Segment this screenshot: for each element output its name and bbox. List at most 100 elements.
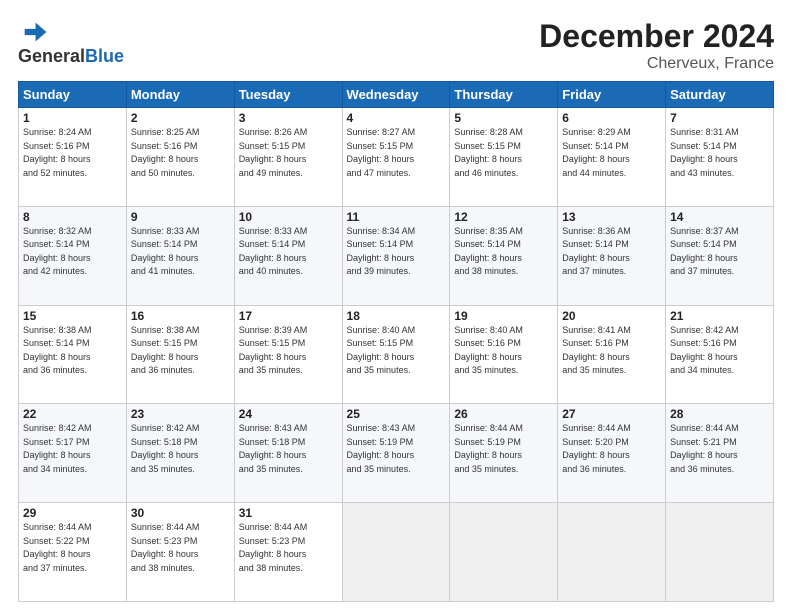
day-info-line: and 49 minutes. <box>239 167 338 181</box>
day-number: 5 <box>454 111 553 125</box>
day-number: 25 <box>347 407 446 421</box>
day-info-line: Sunrise: 8:41 AM <box>562 324 661 338</box>
day-cell: 30Sunrise: 8:44 AMSunset: 5:23 PMDayligh… <box>126 503 234 602</box>
day-number: 29 <box>23 506 122 520</box>
day-cell <box>342 503 450 602</box>
day-info-line: and 36 minutes. <box>23 364 122 378</box>
week-row-5: 29Sunrise: 8:44 AMSunset: 5:22 PMDayligh… <box>19 503 774 602</box>
day-info-line: Sunset: 5:16 PM <box>131 140 230 154</box>
day-info-line: Sunrise: 8:42 AM <box>131 422 230 436</box>
day-info-line: Sunset: 5:17 PM <box>23 436 122 450</box>
day-cell: 23Sunrise: 8:42 AMSunset: 5:18 PMDayligh… <box>126 404 234 503</box>
day-info-line: Sunrise: 8:25 AM <box>131 126 230 140</box>
day-info-line: Sunrise: 8:32 AM <box>23 225 122 239</box>
day-info-line: Sunrise: 8:44 AM <box>23 521 122 535</box>
day-number: 20 <box>562 309 661 323</box>
day-info-line: and 41 minutes. <box>131 265 230 279</box>
day-info-line: Daylight: 8 hours <box>347 153 446 167</box>
day-number: 23 <box>131 407 230 421</box>
day-info-line: Sunrise: 8:44 AM <box>562 422 661 436</box>
day-info-line: Sunset: 5:14 PM <box>347 238 446 252</box>
day-info-line: Sunset: 5:19 PM <box>454 436 553 450</box>
day-of-week-wednesday: Wednesday <box>342 82 450 108</box>
day-info-line: and 34 minutes. <box>670 364 769 378</box>
day-info-line: Sunset: 5:15 PM <box>239 140 338 154</box>
day-info-line: Daylight: 8 hours <box>562 449 661 463</box>
day-info-line: Sunrise: 8:38 AM <box>23 324 122 338</box>
week-row-1: 1Sunrise: 8:24 AMSunset: 5:16 PMDaylight… <box>19 108 774 207</box>
header-row: SundayMondayTuesdayWednesdayThursdayFrid… <box>19 82 774 108</box>
day-info-line: Sunset: 5:16 PM <box>23 140 122 154</box>
day-of-week-thursday: Thursday <box>450 82 558 108</box>
day-info-line: Sunrise: 8:40 AM <box>347 324 446 338</box>
day-number: 30 <box>131 506 230 520</box>
day-cell: 14Sunrise: 8:37 AMSunset: 5:14 PMDayligh… <box>666 206 774 305</box>
day-number: 16 <box>131 309 230 323</box>
day-number: 2 <box>131 111 230 125</box>
day-number: 14 <box>670 210 769 224</box>
day-info-line: Sunset: 5:15 PM <box>239 337 338 351</box>
day-cell: 10Sunrise: 8:33 AMSunset: 5:14 PMDayligh… <box>234 206 342 305</box>
day-info-line: Sunrise: 8:44 AM <box>670 422 769 436</box>
calendar-title: December 2024 <box>539 18 774 55</box>
day-info-line: and 35 minutes. <box>454 364 553 378</box>
day-info-line: Daylight: 8 hours <box>239 252 338 266</box>
day-info-line: Daylight: 8 hours <box>239 548 338 562</box>
day-number: 12 <box>454 210 553 224</box>
week-row-3: 15Sunrise: 8:38 AMSunset: 5:14 PMDayligh… <box>19 305 774 404</box>
day-cell: 20Sunrise: 8:41 AMSunset: 5:16 PMDayligh… <box>558 305 666 404</box>
day-info-line: and 39 minutes. <box>347 265 446 279</box>
day-info-line: and 36 minutes. <box>670 463 769 477</box>
day-number: 27 <box>562 407 661 421</box>
day-number: 9 <box>131 210 230 224</box>
day-cell: 1Sunrise: 8:24 AMSunset: 5:16 PMDaylight… <box>19 108 127 207</box>
day-info-line: Sunset: 5:15 PM <box>454 140 553 154</box>
day-info-line: Sunset: 5:21 PM <box>670 436 769 450</box>
day-info-line: Sunset: 5:14 PM <box>562 238 661 252</box>
day-cell: 7Sunrise: 8:31 AMSunset: 5:14 PMDaylight… <box>666 108 774 207</box>
day-info-line: Daylight: 8 hours <box>670 449 769 463</box>
day-number: 8 <box>23 210 122 224</box>
day-info-line: Daylight: 8 hours <box>23 252 122 266</box>
day-cell: 15Sunrise: 8:38 AMSunset: 5:14 PMDayligh… <box>19 305 127 404</box>
day-cell: 12Sunrise: 8:35 AMSunset: 5:14 PMDayligh… <box>450 206 558 305</box>
page: GeneralBlue December 2024 Cherveux, Fran… <box>0 0 792 612</box>
day-info-line: Daylight: 8 hours <box>131 351 230 365</box>
day-info-line: Sunrise: 8:43 AM <box>239 422 338 436</box>
day-info-line: Daylight: 8 hours <box>131 548 230 562</box>
day-info-line: Daylight: 8 hours <box>562 351 661 365</box>
day-info-line: Daylight: 8 hours <box>562 252 661 266</box>
day-number: 1 <box>23 111 122 125</box>
day-info-line: Daylight: 8 hours <box>239 351 338 365</box>
day-info-line: Sunrise: 8:33 AM <box>239 225 338 239</box>
logo-general-text: General <box>18 46 85 66</box>
day-cell: 18Sunrise: 8:40 AMSunset: 5:15 PMDayligh… <box>342 305 450 404</box>
day-cell: 28Sunrise: 8:44 AMSunset: 5:21 PMDayligh… <box>666 404 774 503</box>
day-info-line: Daylight: 8 hours <box>239 153 338 167</box>
day-info-line: Sunrise: 8:42 AM <box>23 422 122 436</box>
day-info-line: Sunset: 5:14 PM <box>131 238 230 252</box>
day-cell: 31Sunrise: 8:44 AMSunset: 5:23 PMDayligh… <box>234 503 342 602</box>
day-info-line: Sunset: 5:14 PM <box>239 238 338 252</box>
day-info-line: and 42 minutes. <box>23 265 122 279</box>
day-info-line: and 35 minutes. <box>454 463 553 477</box>
day-info-line: Sunset: 5:16 PM <box>454 337 553 351</box>
day-cell: 16Sunrise: 8:38 AMSunset: 5:15 PMDayligh… <box>126 305 234 404</box>
day-cell <box>450 503 558 602</box>
day-number: 4 <box>347 111 446 125</box>
day-info-line: Daylight: 8 hours <box>131 449 230 463</box>
day-info-line: Sunrise: 8:36 AM <box>562 225 661 239</box>
day-info-line: Daylight: 8 hours <box>454 351 553 365</box>
day-cell: 8Sunrise: 8:32 AMSunset: 5:14 PMDaylight… <box>19 206 127 305</box>
day-number: 28 <box>670 407 769 421</box>
day-of-week-saturday: Saturday <box>666 82 774 108</box>
day-number: 3 <box>239 111 338 125</box>
day-info-line: Sunset: 5:18 PM <box>131 436 230 450</box>
day-cell: 11Sunrise: 8:34 AMSunset: 5:14 PMDayligh… <box>342 206 450 305</box>
day-number: 7 <box>670 111 769 125</box>
day-info-line: Daylight: 8 hours <box>347 351 446 365</box>
day-info-line: Daylight: 8 hours <box>454 252 553 266</box>
day-info-line: Sunset: 5:14 PM <box>454 238 553 252</box>
day-info-line: Sunrise: 8:43 AM <box>347 422 446 436</box>
logo-icon <box>20 18 48 46</box>
